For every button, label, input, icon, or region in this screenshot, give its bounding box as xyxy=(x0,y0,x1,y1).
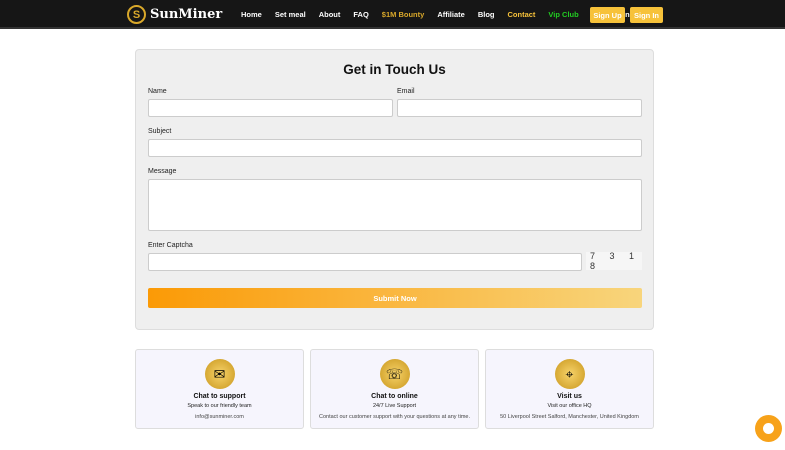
contact-form: Get in Touch Us Name Email Subject Messa… xyxy=(135,49,654,330)
submit-button[interactable]: Submit Now xyxy=(148,288,642,308)
nav-item-vip-club[interactable]: Vip Club xyxy=(548,10,578,20)
message-textarea[interactable] xyxy=(148,179,642,231)
subject-input[interactable] xyxy=(148,139,642,157)
card-detail: 50 Liverpool Street Salford, Manchester,… xyxy=(500,414,639,420)
card-title: Chat to online xyxy=(371,393,418,400)
sign-up-button[interactable]: Sign Up xyxy=(590,7,625,23)
card-title: Visit us xyxy=(557,393,582,400)
card-subtitle: Speak to our friendly team xyxy=(187,403,252,409)
card-subtitle: 24/7 Live Support xyxy=(372,403,417,409)
email-label: Email xyxy=(397,88,415,95)
nav-item-affiliate[interactable]: Affiliate xyxy=(437,10,465,20)
brand-name: SunMiner xyxy=(150,7,223,22)
nav-item-home[interactable]: Home xyxy=(241,10,262,20)
name-input[interactable] xyxy=(148,99,393,117)
nav-item--1m-bounty[interactable]: $1M Bounty xyxy=(382,10,425,20)
captcha-label: Enter Captcha xyxy=(148,242,193,249)
headset-icon: ☏ xyxy=(379,359,410,389)
envelope-icon: ✉ xyxy=(204,359,235,389)
card-title: Chat to support xyxy=(193,393,246,400)
contact-card-online: ☏ Chat to online 24/7 Live Support Conta… xyxy=(310,349,479,429)
map-pin-icon: ⌖ xyxy=(554,359,585,389)
card-subtitle: Visit our office HQ xyxy=(547,403,592,409)
contact-card-support: ✉ Chat to support Speak to our friendly … xyxy=(135,349,304,429)
nav-item-blog[interactable]: Blog xyxy=(478,10,495,20)
chat-widget-button[interactable] xyxy=(755,415,782,442)
sign-in-button[interactable]: Sign In xyxy=(630,7,663,23)
captcha-input[interactable] xyxy=(148,253,582,271)
contact-card-visit: ⌖ Visit us Visit our office HQ 50 Liverp… xyxy=(485,349,654,429)
logo-icon: S xyxy=(127,5,146,24)
nav-item-about[interactable]: About xyxy=(319,10,341,20)
nav-item-contact[interactable]: Contact xyxy=(508,10,536,20)
nav-item-faq[interactable]: FAQ xyxy=(353,10,368,20)
subject-label: Subject xyxy=(148,128,172,135)
captcha-image[interactable]: 7 3 1 8 xyxy=(586,251,642,271)
card-detail: Contact our customer support with your q… xyxy=(318,414,471,420)
nav-item-set-meal[interactable]: Set meal xyxy=(275,10,306,20)
chat-bubble-icon xyxy=(763,423,774,434)
logo[interactable]: S SunMiner xyxy=(127,5,222,24)
name-label: Name xyxy=(148,88,167,95)
page-title: Get in Touch Us xyxy=(343,62,446,77)
email-input[interactable] xyxy=(397,99,642,117)
support-email-link[interactable]: info@sunminer.com xyxy=(136,414,303,420)
message-label: Message xyxy=(148,168,177,175)
top-nav: S SunMiner Home Set meal About FAQ $1M Bounty… xyxy=(0,0,785,29)
